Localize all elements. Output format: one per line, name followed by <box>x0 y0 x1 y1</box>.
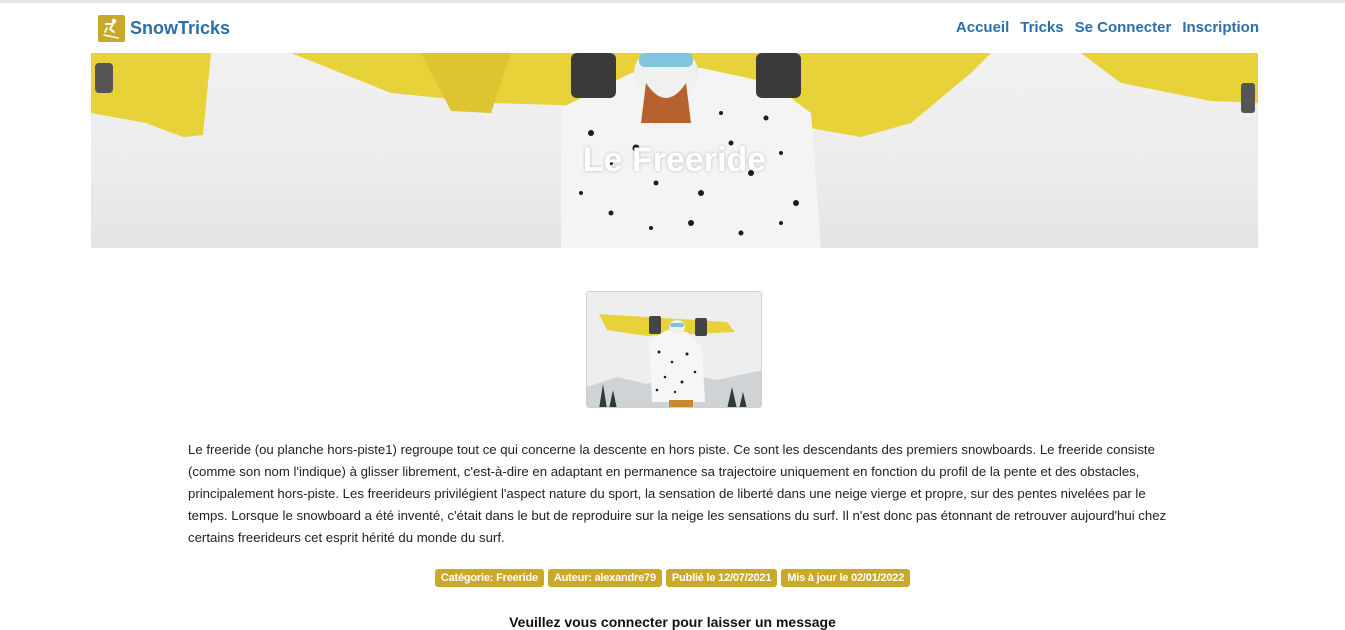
brand-link[interactable]: SnowTricks <box>98 15 230 42</box>
category-badge: Catégorie: Freeride <box>434 569 544 587</box>
nav-tricks[interactable]: Tricks <box>1020 19 1063 36</box>
trick-meta-badges: Catégorie: Freeride Auteur: alexandre79 … <box>0 569 1345 587</box>
nav-register[interactable]: Inscription <box>1182 19 1259 36</box>
updated-badge: Mis à jour le 02/01/2022 <box>781 569 911 587</box>
published-badge: Publié le 12/07/2021 <box>665 569 778 587</box>
nav-login[interactable]: Se Connecter <box>1075 19 1172 36</box>
brand-name: SnowTricks <box>130 18 231 38</box>
login-prompt: Veuillez vous connecter pour laisser un … <box>509 614 836 630</box>
trick-thumbnail[interactable] <box>586 291 762 408</box>
ski-logo-icon <box>98 15 125 42</box>
nav-home[interactable]: Accueil <box>956 19 1009 36</box>
navbar: SnowTricks Accueil Tricks Se Connecter I… <box>0 3 1345 53</box>
trick-description: Le freeride (ou planche hors-piste1) reg… <box>188 442 1167 545</box>
main-nav: Accueil Tricks Se Connecter Inscription <box>956 19 1259 36</box>
hero-banner: Le Freeride <box>91 53 1258 248</box>
trick-title: Le Freeride <box>582 141 767 179</box>
author-badge: Auteur: alexandre79 <box>547 569 662 587</box>
thumbnail-image <box>587 292 761 407</box>
